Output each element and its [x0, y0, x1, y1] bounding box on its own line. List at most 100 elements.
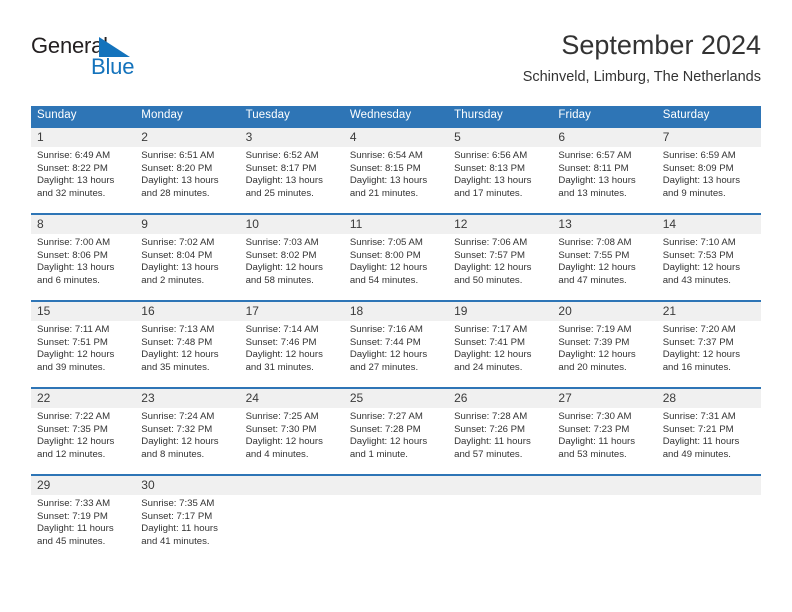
day-number[interactable]: 15 — [31, 302, 135, 321]
day-number[interactable]: 1 — [31, 128, 135, 147]
day-number[interactable]: 5 — [448, 128, 552, 147]
day-cell-empty — [448, 495, 552, 561]
day-cell[interactable]: Sunrise: 7:00 AM Sunset: 8:06 PM Dayligh… — [31, 234, 135, 300]
sunrise-text: Sunrise: 7:10 AM — [662, 237, 736, 248]
day-cell[interactable]: Sunrise: 7:33 AM Sunset: 7:19 PM Dayligh… — [31, 495, 135, 561]
day-number[interactable]: 24 — [240, 389, 344, 408]
day-number[interactable]: 3 — [240, 128, 344, 147]
daylight-line1: Daylight: 12 hours — [454, 349, 532, 361]
day-cell[interactable]: Sunrise: 6:54 AM Sunset: 8:15 PM Dayligh… — [344, 147, 448, 213]
day-cell[interactable]: Sunrise: 6:49 AM Sunset: 8:22 PM Dayligh… — [31, 147, 135, 213]
sunrise-text: Sunrise: 7:06 AM — [454, 237, 528, 248]
day-number[interactable]: 27 — [552, 389, 656, 408]
day-cell[interactable]: Sunrise: 7:28 AM Sunset: 7:26 PM Dayligh… — [448, 408, 552, 474]
daylight-line1: Daylight: 13 hours — [245, 175, 323, 187]
sunrise-text: Sunrise: 7:03 AM — [245, 237, 319, 248]
day-number[interactable]: 16 — [135, 302, 239, 321]
calendar-grid: Sunday Monday Tuesday Wednesday Thursday… — [31, 106, 761, 561]
day-number[interactable]: 14 — [657, 215, 761, 234]
sunrise-text: Sunrise: 7:14 AM — [245, 324, 319, 335]
sunrise-text: Sunrise: 7:35 AM — [141, 498, 215, 509]
calendar-week-row: 8 9 10 11 12 13 14 Sunrise: 7:00 AM Suns… — [31, 213, 761, 300]
day-cell[interactable]: Sunrise: 7:24 AM Sunset: 7:32 PM Dayligh… — [135, 408, 239, 474]
page-subtitle: Schinveld, Limburg, The Netherlands — [522, 69, 761, 85]
sunrise-text: Sunrise: 7:11 AM — [37, 324, 110, 335]
sunset-text: Sunset: 7:21 PM — [662, 423, 734, 435]
day-number[interactable]: 29 — [31, 476, 135, 495]
day-cell[interactable]: Sunrise: 7:20 AM Sunset: 7:37 PM Dayligh… — [657, 321, 761, 387]
day-cell[interactable]: Sunrise: 7:25 AM Sunset: 7:30 PM Dayligh… — [240, 408, 344, 474]
day-number[interactable]: 11 — [344, 215, 448, 234]
day-number[interactable]: 26 — [448, 389, 552, 408]
sunset-text: Sunset: 8:04 PM — [141, 249, 213, 261]
generalblue-logo[interactable]: General Blue — [31, 33, 241, 89]
daylight-line1: Daylight: 13 hours — [662, 175, 741, 187]
day-number[interactable]: 20 — [552, 302, 656, 321]
daylight-line1: Daylight: 13 hours — [37, 175, 115, 187]
day-cell[interactable]: Sunrise: 6:52 AM Sunset: 8:17 PM Dayligh… — [240, 147, 344, 213]
day-cell[interactable]: Sunrise: 6:51 AM Sunset: 8:20 PM Dayligh… — [135, 147, 239, 213]
daylight-line2: and 2 minutes. — [141, 274, 205, 286]
day-cell-empty — [240, 495, 344, 561]
day-cell[interactable]: Sunrise: 7:03 AM Sunset: 8:02 PM Dayligh… — [240, 234, 344, 300]
daylight-line2: and 31 minutes. — [245, 361, 314, 373]
day-cell[interactable]: Sunrise: 7:19 AM Sunset: 7:39 PM Dayligh… — [552, 321, 656, 387]
calendar-week-row: 29 30 Sunrise: 7:33 AM Sunset: 7:19 PM D… — [31, 474, 761, 561]
day-number[interactable]: 13 — [552, 215, 656, 234]
day-number[interactable]: 8 — [31, 215, 135, 234]
day-number[interactable]: 7 — [657, 128, 761, 147]
day-number[interactable]: 6 — [552, 128, 656, 147]
day-cell[interactable]: Sunrise: 7:22 AM Sunset: 7:35 PM Dayligh… — [31, 408, 135, 474]
day-number[interactable]: 9 — [135, 215, 239, 234]
day-cell[interactable]: Sunrise: 7:13 AM Sunset: 7:48 PM Dayligh… — [135, 321, 239, 387]
sunset-text: Sunset: 8:09 PM — [662, 162, 734, 174]
day-cell[interactable]: Sunrise: 6:56 AM Sunset: 8:13 PM Dayligh… — [448, 147, 552, 213]
sunset-text: Sunset: 8:22 PM — [37, 162, 108, 174]
sunrise-text: Sunrise: 7:17 AM — [454, 324, 528, 335]
day-cell[interactable]: Sunrise: 7:02 AM Sunset: 8:04 PM Dayligh… — [135, 234, 239, 300]
daylight-line2: and 35 minutes. — [141, 361, 210, 373]
day-cell[interactable]: Sunrise: 6:59 AM Sunset: 8:09 PM Dayligh… — [657, 147, 761, 213]
day-cell[interactable]: Sunrise: 6:57 AM Sunset: 8:11 PM Dayligh… — [552, 147, 656, 213]
day-cell[interactable]: Sunrise: 7:05 AM Sunset: 8:00 PM Dayligh… — [344, 234, 448, 300]
weekday-header-sunday: Sunday — [37, 109, 77, 121]
sunset-text: Sunset: 7:23 PM — [558, 423, 630, 435]
weekday-header-wednesday: Wednesday — [349, 109, 412, 121]
day-number[interactable]: 10 — [240, 215, 344, 234]
day-number[interactable]: 30 — [135, 476, 239, 495]
day-details-row: Sunrise: 7:00 AM Sunset: 8:06 PM Dayligh… — [31, 234, 761, 300]
day-cell[interactable]: Sunrise: 7:27 AM Sunset: 7:28 PM Dayligh… — [344, 408, 448, 474]
daylight-line1: Daylight: 12 hours — [141, 436, 219, 448]
daylight-line1: Daylight: 12 hours — [245, 262, 323, 274]
sunrise-text: Sunrise: 7:20 AM — [662, 324, 736, 335]
day-number[interactable]: 12 — [448, 215, 552, 234]
day-number[interactable]: 17 — [240, 302, 344, 321]
day-cell[interactable]: Sunrise: 7:31 AM Sunset: 7:21 PM Dayligh… — [657, 408, 761, 474]
sunset-text: Sunset: 7:57 PM — [454, 249, 526, 261]
day-cell[interactable]: Sunrise: 7:11 AM Sunset: 7:51 PM Dayligh… — [31, 321, 135, 387]
day-cell[interactable]: Sunrise: 7:06 AM Sunset: 7:57 PM Dayligh… — [448, 234, 552, 300]
daylight-line2: and 27 minutes. — [349, 361, 419, 373]
day-number[interactable]: 21 — [657, 302, 761, 321]
daylight-line1: Daylight: 12 hours — [558, 349, 636, 361]
day-number[interactable]: 23 — [135, 389, 239, 408]
day-cell[interactable]: Sunrise: 7:08 AM Sunset: 7:55 PM Dayligh… — [552, 234, 656, 300]
day-number[interactable]: 22 — [31, 389, 135, 408]
sunset-text: Sunset: 7:17 PM — [141, 510, 213, 522]
day-cell[interactable]: Sunrise: 7:30 AM Sunset: 7:23 PM Dayligh… — [552, 408, 656, 474]
day-cell[interactable]: Sunrise: 7:14 AM Sunset: 7:46 PM Dayligh… — [240, 321, 344, 387]
day-cell[interactable]: Sunrise: 7:35 AM Sunset: 7:17 PM Dayligh… — [135, 495, 239, 561]
day-cell[interactable]: Sunrise: 7:17 AM Sunset: 7:41 PM Dayligh… — [448, 321, 552, 387]
day-number-empty — [448, 476, 552, 495]
day-cell[interactable]: Sunrise: 7:16 AM Sunset: 7:44 PM Dayligh… — [344, 321, 448, 387]
day-cell[interactable]: Sunrise: 7:10 AM Sunset: 7:53 PM Dayligh… — [657, 234, 761, 300]
day-number[interactable]: 19 — [448, 302, 552, 321]
day-number[interactable]: 25 — [344, 389, 448, 408]
daylight-line2: and 16 minutes. — [662, 361, 731, 373]
day-number[interactable]: 2 — [135, 128, 239, 147]
day-number[interactable]: 28 — [657, 389, 761, 408]
day-details-row: Sunrise: 7:11 AM Sunset: 7:51 PM Dayligh… — [31, 321, 761, 387]
daylight-line2: and 8 minutes. — [141, 448, 205, 460]
day-number[interactable]: 18 — [344, 302, 448, 321]
day-number[interactable]: 4 — [344, 128, 448, 147]
